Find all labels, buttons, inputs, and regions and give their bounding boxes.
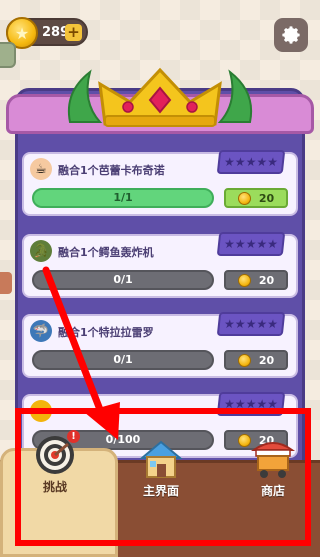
- star-rating: ★★★★★: [216, 312, 286, 336]
- task-card: 🐊 融合1个鳄鱼轰炸机 ★★★★★ 0/1 20: [22, 232, 298, 298]
- task-title: 融合1个特拉拉雷罗: [58, 326, 154, 339]
- task-title: 融合1个鳄鱼轰炸机: [58, 246, 154, 259]
- ballerina-cappuccino-icon: ☕: [30, 158, 52, 180]
- reward-amount: 20: [258, 273, 275, 287]
- tab-shop[interactable]: 商店: [250, 436, 296, 499]
- tab-shop-label: 商店: [260, 484, 285, 498]
- shop-cart-icon: [250, 442, 296, 478]
- tab-home-label: 主界面: [142, 484, 179, 498]
- coin-task-icon: [30, 400, 52, 422]
- claim-reward-button[interactable]: 20: [224, 188, 288, 208]
- house-icon: [139, 440, 183, 478]
- coin-icon: [237, 353, 251, 367]
- coin-balance: ★ 289 +: [6, 17, 88, 49]
- reward-button[interactable]: 20: [224, 350, 288, 370]
- add-coins-button[interactable]: +: [65, 24, 82, 41]
- task-title: 融合1个芭蕾卡布奇诺: [58, 164, 165, 177]
- tab-challenge-label: 挑战: [42, 480, 67, 494]
- star-rating: ★★★★★: [216, 392, 286, 416]
- task-progress-bar: 1/1: [32, 188, 214, 208]
- reward-amount: 20: [258, 353, 275, 367]
- settings-button[interactable]: [274, 18, 308, 52]
- task-card: 🦈 融合1个特拉拉雷罗 ★★★★★ 0/1 20: [22, 312, 298, 378]
- crocodile-bomber-icon: 🐊: [30, 240, 52, 262]
- star-rating: ★★★★★: [216, 150, 286, 174]
- notification-badge: !: [67, 430, 80, 443]
- gear-icon: [282, 26, 300, 44]
- crown-icon: [68, 67, 252, 127]
- task-progress-bar: 0/1: [32, 270, 214, 290]
- tab-home[interactable]: 主界面: [138, 438, 184, 499]
- coin-icon: [237, 273, 251, 287]
- tab-challenge[interactable]: ! 挑战: [34, 430, 80, 495]
- coin-icon: [237, 191, 251, 205]
- coin-icon: [237, 433, 251, 447]
- reward-button[interactable]: 20: [224, 270, 288, 290]
- reward-amount: 20: [258, 191, 275, 205]
- shark-tralalero-icon: 🦈: [30, 320, 52, 342]
- side-item-peek-left: [0, 272, 12, 294]
- task-progress-bar: 0/1: [32, 350, 214, 370]
- star-rating: ★★★★★: [216, 232, 286, 256]
- side-item-peek: [0, 42, 16, 68]
- task-card: ☕ 融合1个芭蕾卡布奇诺 ★★★★★ 1/1 20: [22, 150, 298, 216]
